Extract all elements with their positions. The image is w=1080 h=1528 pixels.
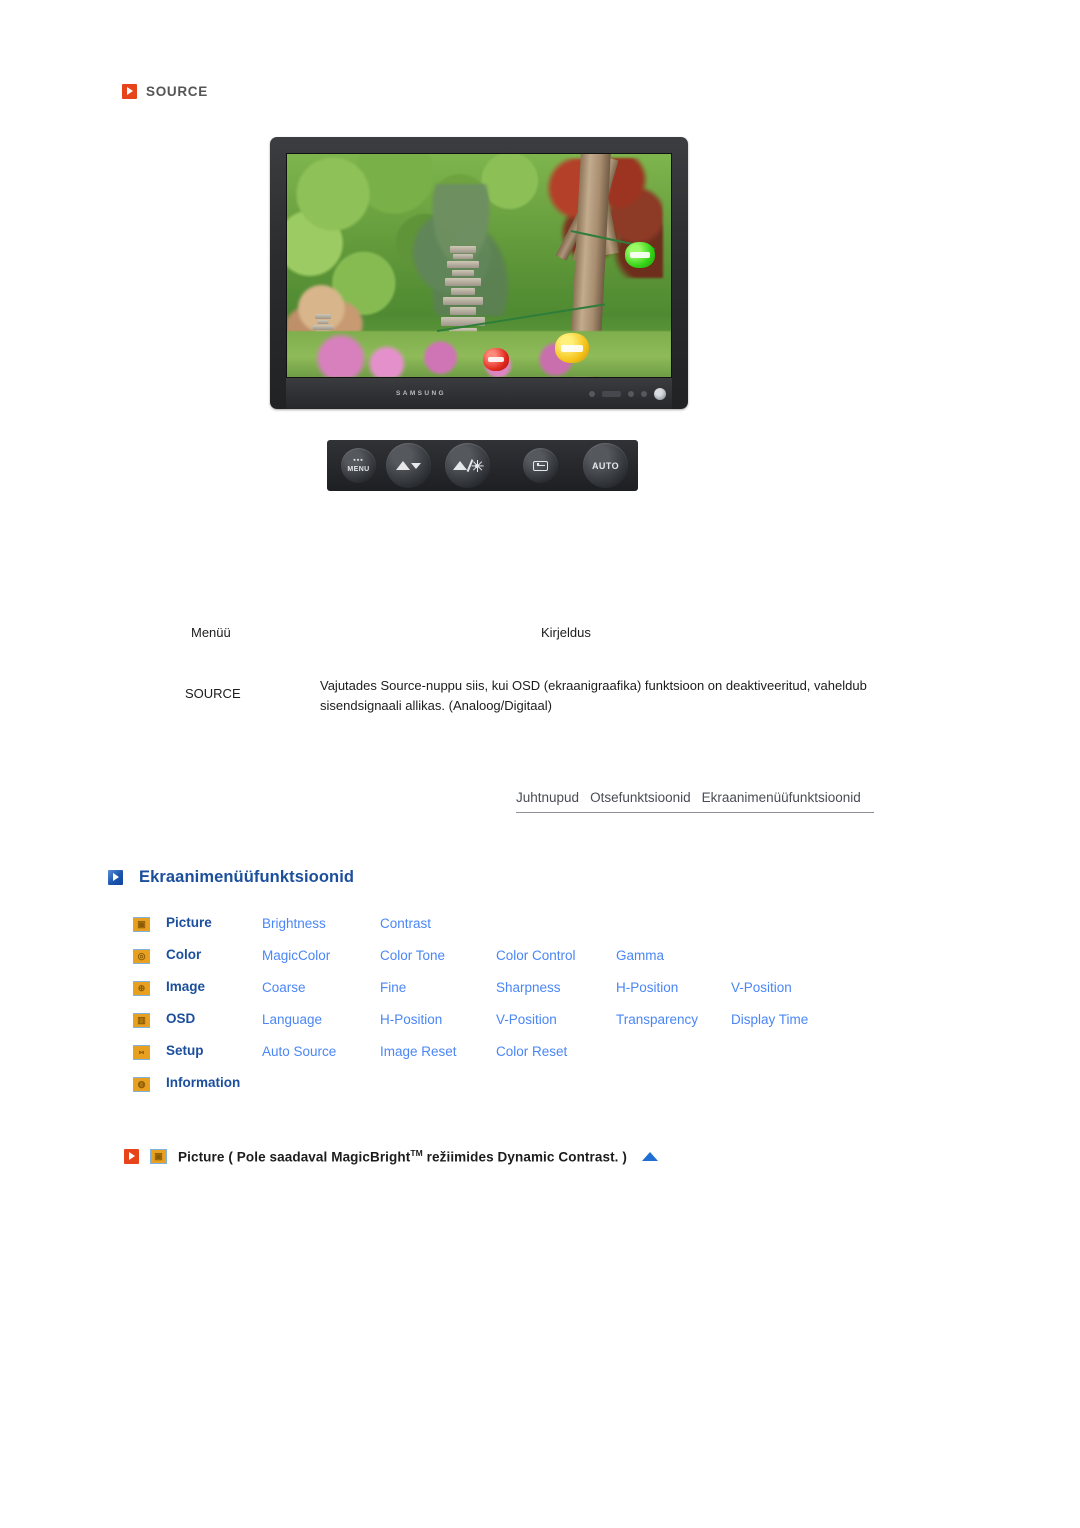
down-button[interactable] bbox=[386, 443, 431, 488]
menu-row-image: ⊕ Image Coarse Fine Sharpness H-Position… bbox=[0, 976, 1080, 1008]
footer-text-before: Picture ( Pole saadaval MagicBright bbox=[178, 1149, 411, 1165]
menu-item-coarse[interactable]: Coarse bbox=[262, 980, 306, 995]
source-section-header: SOURCE bbox=[122, 84, 208, 99]
menu-item-v-position-image[interactable]: V-Position bbox=[731, 980, 792, 995]
osd-menu-icon: ▪▪▪ bbox=[353, 457, 364, 465]
menu-button[interactable]: ▪▪▪ MENU bbox=[341, 448, 376, 483]
bezel-key-wide[interactable] bbox=[602, 390, 621, 397]
menu-item-gamma[interactable]: Gamma bbox=[616, 948, 664, 963]
menu-item-color-control[interactable]: Color Control bbox=[496, 948, 576, 963]
menu-item-color-reset[interactable]: Color Reset bbox=[496, 1044, 567, 1059]
screen-flower-ground bbox=[287, 331, 671, 377]
table-header-row: Menüü Kirjeldus bbox=[0, 625, 1080, 659]
brightness-icon bbox=[452, 459, 484, 472]
blue-play-square-icon bbox=[108, 870, 123, 885]
table-cell-menu: SOURCE bbox=[185, 686, 241, 701]
screen-lantern-red bbox=[483, 348, 509, 371]
menu-item-sharpness[interactable]: Sharpness bbox=[496, 980, 561, 995]
menu-item-color-tone[interactable]: Color Tone bbox=[380, 948, 445, 963]
menu-category-image[interactable]: Image bbox=[166, 979, 205, 994]
picture-subsection-header: ▣ Picture ( Pole saadaval MagicBrightTM … bbox=[124, 1148, 658, 1165]
enter-source-icon bbox=[533, 460, 548, 471]
picture-icon: ▣ bbox=[133, 917, 150, 932]
menu-row-picture: ▣ Picture Brightness Contrast bbox=[0, 912, 1080, 944]
section-heading: Ekraanimenüüfunktsioonid bbox=[108, 868, 354, 887]
tab-otsefunktsioonid[interactable]: Otsefunktsioonid bbox=[590, 790, 691, 805]
volume-down-icon bbox=[396, 461, 421, 470]
menu-item-brightness[interactable]: Brightness bbox=[262, 916, 326, 931]
screen-lantern-yellow bbox=[555, 333, 589, 363]
menu-item-fine[interactable]: Fine bbox=[380, 980, 406, 995]
footer-text-after: režiimides Dynamic Contrast. ) bbox=[422, 1149, 627, 1165]
screen-lantern-green bbox=[625, 242, 655, 268]
section-nav-tabs: Juhtnupud Otsefunktsioonid Ekraanimenüüf… bbox=[516, 790, 874, 813]
menu-item-h-position-osd[interactable]: H-Position bbox=[380, 1012, 442, 1027]
menu-item-auto-source[interactable]: Auto Source bbox=[262, 1044, 336, 1059]
menu-item-v-position-osd[interactable]: V-Position bbox=[496, 1012, 557, 1027]
control-button-bar: ▪▪▪ MENU AUTO bbox=[327, 440, 638, 491]
scroll-to-top-triangle-icon[interactable] bbox=[641, 1151, 658, 1161]
page-root: SOURCE SAMSUNG ▪▪▪ MENU AUTO Menüü Kirje… bbox=[0, 0, 1080, 1528]
red-play-square-icon bbox=[122, 84, 137, 99]
menu-item-magiccolor[interactable]: MagicColor bbox=[262, 948, 330, 963]
menu-item-display-time[interactable]: Display Time bbox=[731, 1012, 808, 1027]
menu-button-label: ▪▪▪ MENU bbox=[347, 457, 370, 473]
menu-item-h-position-image[interactable]: H-Position bbox=[616, 980, 678, 995]
menu-row-setup: ⑅ Setup Auto Source Image Reset Color Re… bbox=[0, 1040, 1080, 1072]
bezel-key-1[interactable] bbox=[589, 390, 595, 397]
table-cell-description: Vajutades Source-nuppu siis, kui OSD (ek… bbox=[320, 678, 867, 714]
column-header-description: Kirjeldus bbox=[541, 625, 591, 640]
menu-item-image-reset[interactable]: Image Reset bbox=[380, 1044, 457, 1059]
auto-button[interactable]: AUTO bbox=[583, 443, 628, 488]
power-button[interactable] bbox=[654, 387, 666, 400]
color-icon: ◎ bbox=[133, 949, 150, 964]
enter-button[interactable] bbox=[523, 448, 558, 483]
bezel-key-group bbox=[589, 387, 666, 400]
monitor-bottom-bezel: SAMSUNG bbox=[286, 378, 672, 409]
monitor-illustration: SAMSUNG bbox=[270, 137, 688, 409]
picture-icon: ▣ bbox=[150, 1148, 167, 1164]
tab-juhtnupud[interactable]: Juhtnupud bbox=[516, 790, 579, 805]
menu-item-contrast[interactable]: Contrast bbox=[380, 916, 431, 931]
bezel-key-2[interactable] bbox=[628, 390, 634, 397]
picture-subsection-label: Picture ( Pole saadaval MagicBrightTM re… bbox=[178, 1148, 627, 1165]
osd-menu-matrix: ▣ Picture Brightness Contrast ◎ Color Ma… bbox=[0, 912, 1080, 1104]
description-table: Menüü Kirjeldus SOURCE Vajutades Source-… bbox=[0, 625, 1080, 713]
trademark-mark: TM bbox=[410, 1148, 423, 1158]
menu-category-information[interactable]: Information bbox=[166, 1075, 240, 1090]
section-heading-label: Ekraanimenüüfunktsioonid bbox=[139, 868, 355, 886]
bezel-key-3[interactable] bbox=[641, 390, 647, 397]
menu-category-setup[interactable]: Setup bbox=[166, 1043, 204, 1058]
menu-category-osd[interactable]: OSD bbox=[166, 1011, 195, 1026]
menu-category-picture[interactable]: Picture bbox=[166, 915, 212, 930]
menu-item-language[interactable]: Language bbox=[262, 1012, 322, 1027]
menu-row-osd: ▥ OSD Language H-Position V-Position Tra… bbox=[0, 1008, 1080, 1040]
setup-icon: ⑅ bbox=[133, 1045, 150, 1060]
brightness-button[interactable] bbox=[445, 443, 490, 488]
tab-ekraanimenuufunktsioonid[interactable]: Ekraanimenüüfunktsioonid bbox=[702, 790, 861, 805]
monitor-body: SAMSUNG bbox=[270, 137, 688, 409]
osd-icon: ▥ bbox=[133, 1013, 150, 1028]
image-icon: ⊕ bbox=[133, 981, 150, 996]
samsung-brand-logo: SAMSUNG bbox=[395, 390, 447, 397]
menu-row-information: ◍ Information bbox=[0, 1072, 1080, 1104]
auto-button-label: AUTO bbox=[592, 460, 619, 471]
menu-category-color[interactable]: Color bbox=[166, 947, 201, 962]
monitor-screen bbox=[286, 153, 672, 378]
menu-item-transparency[interactable]: Transparency bbox=[616, 1012, 698, 1027]
menu-row-color: ◎ Color MagicColor Color Tone Color Cont… bbox=[0, 944, 1080, 976]
page-title: SOURCE bbox=[146, 84, 208, 99]
information-icon: ◍ bbox=[133, 1077, 150, 1092]
red-play-square-icon bbox=[124, 1148, 139, 1164]
column-header-menu: Menüü bbox=[191, 625, 231, 640]
